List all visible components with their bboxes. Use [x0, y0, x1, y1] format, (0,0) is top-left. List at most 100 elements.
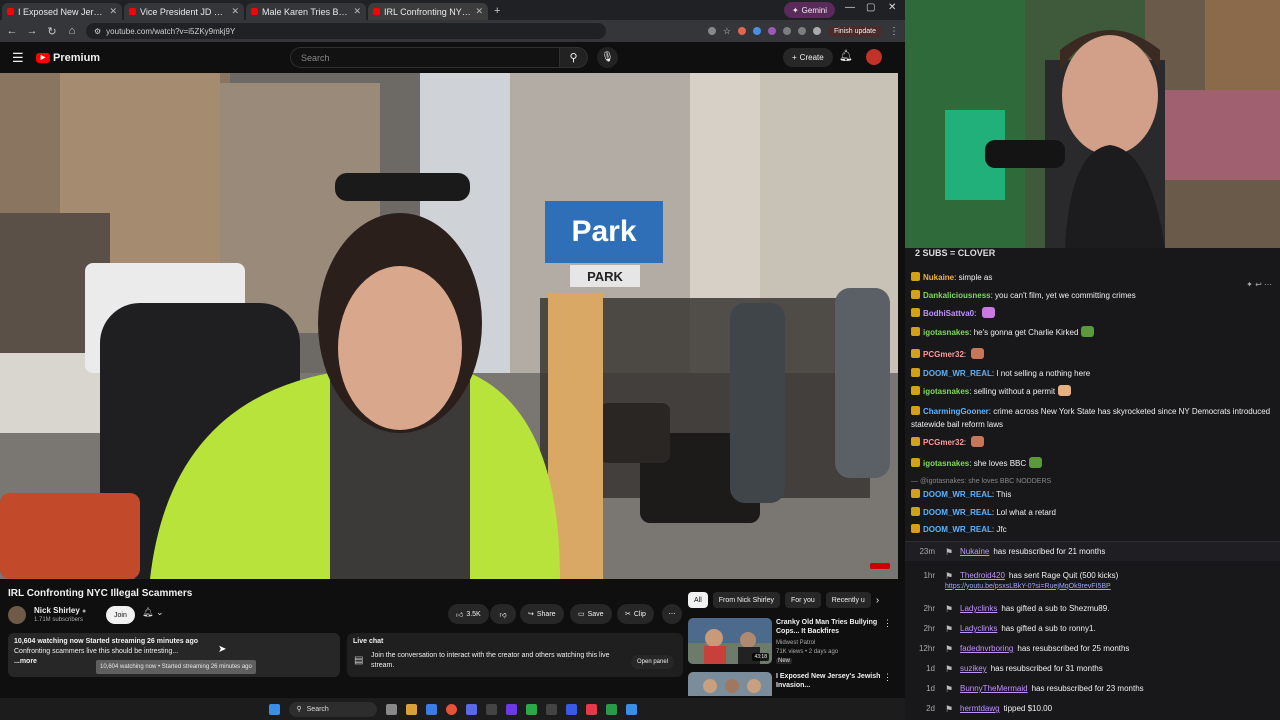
share-button[interactable]: ↪ Share [520, 604, 564, 624]
event-username[interactable]: Thedroid420 [960, 571, 1005, 580]
event-username[interactable]: BunnyTheMermaid [960, 684, 1028, 693]
app-icon[interactable] [585, 703, 597, 715]
gemini-button[interactable]: ✦ Gemini [783, 2, 835, 18]
maximize-icon[interactable]: ▢ [866, 2, 875, 13]
close-window-icon[interactable]: ✕ [888, 2, 896, 13]
file-explorer-icon[interactable] [405, 703, 417, 715]
event-link[interactable]: https://youtu.be/psxsLBkY-0?si=RuejMqOk9… [945, 583, 1111, 590]
chip-from-channel[interactable]: From Nick Shirley [712, 592, 781, 608]
chevron-right-icon[interactable]: › [876, 595, 879, 606]
extensions-puzzle-icon[interactable] [797, 27, 806, 35]
app-icon[interactable] [565, 703, 577, 715]
chip-for-you[interactable]: For you [785, 592, 821, 608]
live-chat-text: Join the conversation to interact with t… [371, 652, 610, 669]
browser-menu-icon[interactable]: ⋮ [889, 26, 899, 37]
chat-username[interactable]: PCGmer32 [923, 438, 964, 447]
like-button[interactable]: 👍︎ 3.5K [448, 604, 489, 624]
back-icon[interactable]: ← [6, 25, 18, 37]
video-thumbnail[interactable] [688, 672, 772, 696]
event-username[interactable]: suzikey [960, 664, 987, 673]
app-icon[interactable] [625, 703, 637, 715]
save-button[interactable]: ▭ Save [570, 604, 612, 624]
close-tab-icon[interactable]: ✕ [231, 6, 239, 17]
event-username[interactable]: hermtdawg [960, 704, 1000, 713]
cast-icon[interactable] [707, 27, 716, 35]
chat-username[interactable]: DOOM_WR_REAL [923, 490, 992, 499]
event-username[interactable]: fadednvrboring [960, 644, 1013, 653]
browser-tab[interactable]: Male Karen Tries Bullying Offic ✕ [246, 3, 366, 20]
site-info-icon[interactable]: ⚙ [94, 27, 101, 36]
profile-icon[interactable] [812, 27, 821, 35]
obs-icon[interactable] [485, 703, 497, 715]
app-icon[interactable] [605, 703, 617, 715]
more-vertical-icon[interactable]: ⋮ [883, 618, 892, 629]
extension-icon[interactable] [767, 27, 776, 35]
chat-username[interactable]: DOOM_WR_REAL [923, 369, 992, 378]
finish-update-button[interactable]: Finish update [827, 25, 882, 37]
chat-username[interactable]: DOOM_WR_REAL [923, 508, 992, 517]
recommendation-item[interactable]: I Exposed New Jersey's Jewish Invasion..… [688, 672, 898, 696]
windows-start-icon[interactable] [268, 703, 280, 715]
account-avatar[interactable] [866, 49, 882, 65]
event-username[interactable]: Ladyclinks [960, 604, 997, 613]
event-link-row: https://youtu.be/psxsLBkY-0?si=RuejMqOk9… [905, 580, 1280, 592]
create-button[interactable]: + Create [783, 48, 833, 67]
video-player[interactable]: Park PARK [0, 73, 898, 579]
new-tab-icon[interactable]: + [494, 5, 500, 17]
chip-recently-uploaded[interactable]: Recently u [825, 592, 871, 608]
extension-icon[interactable] [752, 27, 761, 35]
chat-username[interactable]: CharmingGooner [923, 407, 989, 416]
url-bar[interactable]: ⚙ youtube.com/watch?v=i5ZKy9mkj9Y [86, 23, 606, 39]
notifications-bell-icon[interactable]: 🔔︎ [839, 49, 853, 62]
chat-username[interactable]: PCGmer32 [923, 350, 964, 359]
reload-icon[interactable]: ↻ [46, 25, 58, 38]
recommendation-item[interactable]: 43:18 Cranky Old Man Tries Bullying Cops… [688, 618, 898, 668]
more-actions-button[interactable]: ⋯ [662, 604, 682, 624]
join-button[interactable]: Join [106, 606, 135, 624]
chat-username[interactable]: igotasnakes [923, 387, 969, 396]
extension-icon[interactable] [737, 27, 746, 35]
chat-username[interactable]: Dankaliciousness [923, 291, 991, 300]
search-input[interactable]: Search [290, 47, 560, 68]
browser-tab[interactable]: I Exposed New Jersey's Jewish ✕ [2, 3, 122, 20]
channel-name[interactable]: Nick Shirley ● [34, 606, 86, 615]
chat-username[interactable]: igotasnakes [923, 328, 969, 337]
chrome-icon[interactable] [445, 703, 457, 715]
dislike-button[interactable]: 👎︎ [490, 604, 516, 624]
recommendation-chips: All From Nick Shirley For you Recently u… [688, 591, 898, 609]
forward-icon[interactable]: → [26, 25, 38, 37]
open-panel-button[interactable]: Open panel [631, 655, 675, 669]
chat-username[interactable]: igotasnakes [923, 459, 969, 468]
browser-tab-active[interactable]: IRL Confronting NYC Illegal ✕ [368, 3, 488, 20]
channel-avatar[interactable] [8, 606, 26, 624]
subscribe-bell-button[interactable]: 🔔︎ ⌄ [142, 607, 164, 618]
chat-username[interactable]: DOOM_WR_REAL [923, 525, 992, 534]
task-view-icon[interactable] [385, 703, 397, 715]
chat-username[interactable]: Nukaine [923, 273, 954, 282]
hamburger-menu-icon[interactable]: ☰ [12, 50, 26, 66]
event-username[interactable]: Ladyclinks [960, 624, 997, 633]
app-icon[interactable] [545, 703, 557, 715]
close-tab-icon[interactable]: ✕ [109, 6, 117, 17]
clip-button[interactable]: ✂ Clip [617, 604, 654, 624]
browser-tab[interactable]: Vice President JD Vance Delive ✕ [124, 3, 244, 20]
search-button[interactable]: ⚲ [560, 47, 588, 68]
app-icon[interactable] [505, 703, 517, 715]
bookmark-star-icon[interactable]: ☆ [723, 26, 731, 37]
chat-username[interactable]: BodhiSattva0 [923, 309, 974, 318]
event-username[interactable]: Nukaine [960, 547, 989, 556]
edge-icon[interactable] [425, 703, 437, 715]
close-tab-icon[interactable]: ✕ [475, 6, 483, 17]
chip-all[interactable]: All [688, 592, 708, 608]
home-icon[interactable]: ⌂ [66, 25, 78, 37]
close-tab-icon[interactable]: ✕ [353, 6, 361, 17]
minimize-icon[interactable]: — [845, 2, 855, 13]
voice-search-button[interactable]: 🎙︎ [597, 47, 618, 68]
video-thumbnail[interactable]: 43:18 [688, 618, 772, 664]
more-vertical-icon[interactable]: ⋮ [883, 672, 892, 683]
extension-icon[interactable] [782, 27, 791, 35]
spotify-icon[interactable] [525, 703, 537, 715]
taskbar-search[interactable]: ⚲ Search [288, 701, 377, 717]
youtube-logo[interactable]: ▶ Premium [36, 52, 100, 64]
discord-icon[interactable] [465, 703, 477, 715]
